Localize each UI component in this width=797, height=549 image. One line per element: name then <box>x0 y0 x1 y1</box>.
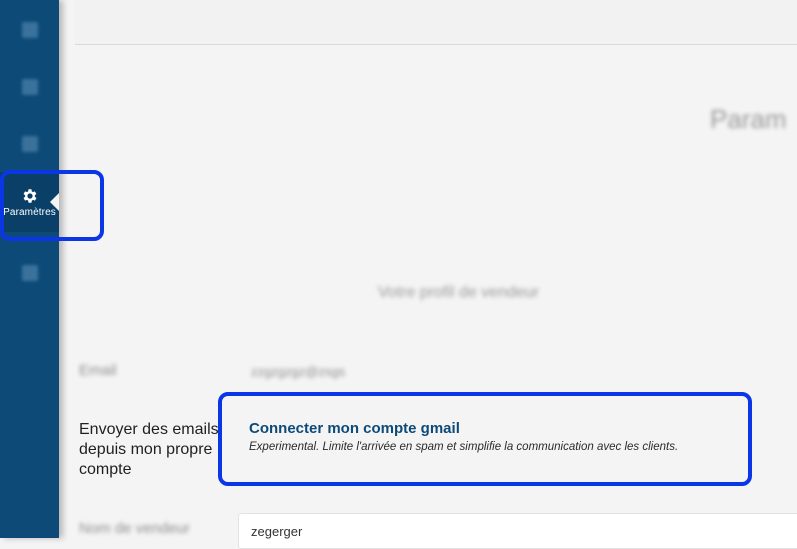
vendor-name-label: Nom de vendeur <box>79 520 190 537</box>
email-value: zzgzgzgz@zsgs <box>251 364 346 379</box>
gmail-connect-box: Connecter mon compte gmail Experimental.… <box>249 420 678 453</box>
email-label: Email <box>79 362 117 379</box>
sidebar: Paramètres <box>0 0 59 538</box>
sidebar-item-1[interactable] <box>0 0 59 60</box>
send-emails-label: Envoyer des emails depuis mon propre com… <box>79 421 219 478</box>
menu-icon <box>21 22 38 38</box>
vendor-name-input[interactable]: zegerger <box>238 513 797 549</box>
vendor-name-value: zegerger <box>251 524 303 539</box>
connect-gmail-note: Experimental. Limite l'arrivée en spam e… <box>249 441 679 453</box>
sidebar-item-settings[interactable]: Paramètres <box>0 172 59 232</box>
gear-icon <box>21 187 39 205</box>
list-icon <box>21 136 38 152</box>
sidebar-item-2[interactable] <box>0 57 59 117</box>
sidebar-item-3[interactable] <box>0 114 59 174</box>
page-title: Param <box>710 104 787 134</box>
document-icon <box>21 265 38 281</box>
dashboard-icon <box>21 79 38 95</box>
sidebar-item-label: Paramètres <box>3 206 56 218</box>
top-bar <box>75 0 797 45</box>
section-title: Votre profil de vendeur <box>378 284 539 301</box>
connect-gmail-link[interactable]: Connecter mon compte gmail <box>249 420 678 437</box>
